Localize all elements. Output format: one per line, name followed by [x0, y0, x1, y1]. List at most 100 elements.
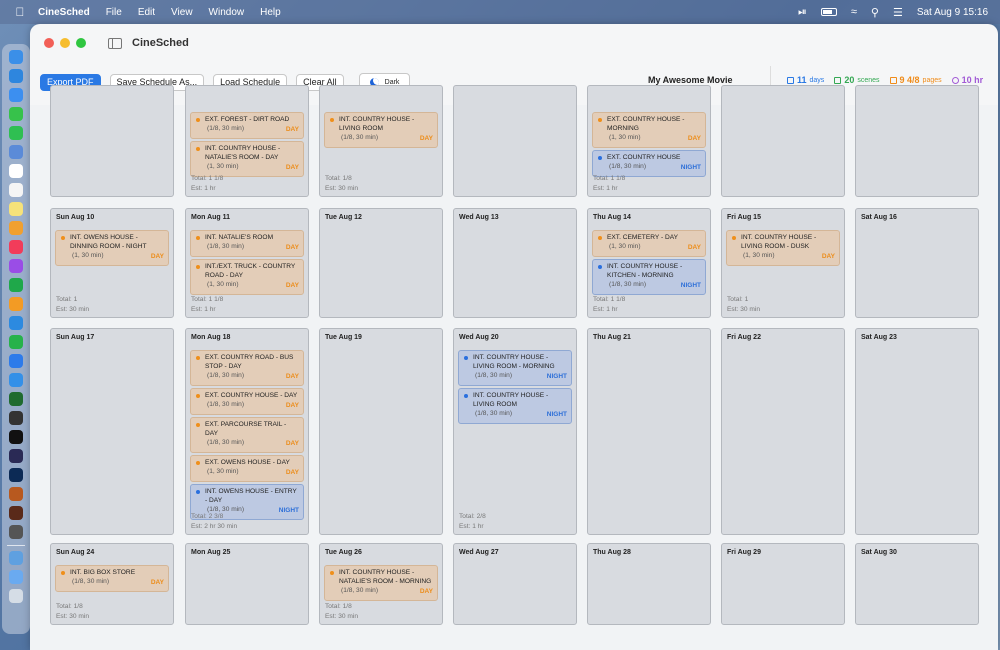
day-cell[interactable]: INT. COUNTRY HOUSE - LIVING ROOM (1/8, 30… [319, 85, 443, 197]
scene-name: INT. COUNTRY HOUSE - KITCHEN - MORNING [607, 263, 683, 279]
scene-card[interactable]: INT. COUNTRY HOUSE - LIVING ROOM (1/8, 30… [324, 112, 438, 148]
podcasts-icon[interactable] [9, 259, 23, 273]
minimize-window-button[interactable] [60, 38, 70, 48]
apple-icon[interactable]:  [12, 5, 28, 19]
menu-window[interactable]: Window [209, 7, 245, 18]
messages-icon[interactable] [9, 107, 23, 121]
scene-card[interactable]: EXT. COUNTRY HOUSE (1/8, 30 min) NIGHT [592, 150, 706, 177]
day-cell[interactable]: Fri Aug 29 [721, 543, 845, 625]
scene-card[interactable]: INT. COUNTRY HOUSE - LIVING ROOM - DUSK(… [726, 230, 840, 266]
scene-card[interactable]: INT. COUNTRY HOUSE - KITCHEN - MORNING (1… [592, 259, 706, 295]
day-total: Total: 1 [56, 296, 78, 303]
mail-icon[interactable] [9, 88, 23, 102]
day-cell[interactable]: Thu Aug 21 [587, 328, 711, 535]
day-cell[interactable]: EXT. FOREST - DIRT ROAD (1/8, 30 min) DAY I… [185, 85, 309, 197]
scene-card[interactable]: INT./EXT. TRUCK - COUNTRY ROAD - DAY (1, … [190, 259, 304, 295]
calendar-icon [787, 76, 794, 84]
reminders-icon[interactable] [9, 183, 23, 197]
menu-view[interactable]: View [171, 7, 193, 18]
appstore-icon[interactable] [9, 145, 23, 159]
menu-app-name[interactable]: CineSched [38, 7, 90, 18]
menu-help[interactable]: Help [260, 7, 281, 18]
scene-dot-icon [196, 118, 200, 122]
scene-card[interactable]: INT. COUNTRY HOUSE - NATALIE'S ROOM - DA… [190, 141, 304, 177]
scene-name: EXT. PARCOURSE TRAIL - DAY [205, 421, 287, 437]
photos-icon[interactable] [9, 221, 23, 235]
day-cell[interactable]: Thu Aug 28 [587, 543, 711, 625]
menu-clock[interactable]: Sat Aug 9 15:16 [917, 7, 988, 18]
github-icon[interactable] [9, 430, 23, 444]
pages-icon[interactable] [9, 297, 23, 311]
day-cell[interactable]: Sat Aug 16 [855, 208, 979, 318]
day-cell[interactable]: Mon Aug 25 [185, 543, 309, 625]
zoom-window-button[interactable] [76, 38, 86, 48]
scene-card[interactable]: INT. COUNTRY HOUSE - LIVING ROOM - MORNI… [458, 350, 572, 386]
facetime-icon[interactable] [9, 126, 23, 140]
scene-card[interactable]: INT. COUNTRY HOUSE - LIVING ROOM (1/8, 30… [458, 388, 572, 424]
day-cell[interactable]: Fri Aug 22 [721, 328, 845, 535]
scene-card[interactable]: INT. NATALIE'S ROOM (1/8, 30 min) DAY [190, 230, 304, 257]
search-icon[interactable]: ⚲ [871, 6, 879, 19]
scene-card[interactable]: EXT. PARCOURSE TRAIL - DAY (1/8, 30 min) D… [190, 417, 304, 453]
close-window-button[interactable] [44, 38, 54, 48]
scene-card[interactable]: INT. BIG BOX STORE (1/8, 30 min) DAY [55, 565, 169, 592]
davinci-icon[interactable] [9, 487, 23, 501]
scene-card[interactable]: EXT. COUNTRY HOUSE - DAY (1/8, 30 min) DAY [190, 388, 304, 415]
terminal-icon[interactable] [9, 411, 23, 425]
day-cell[interactable] [721, 85, 845, 197]
chrome-icon[interactable] [9, 373, 23, 387]
scene-card[interactable]: EXT. FOREST - DIRT ROAD (1/8, 30 min) DAY [190, 112, 304, 139]
sidebar-toggle-icon[interactable] [108, 37, 122, 49]
scene-time-tag: NIGHT [680, 164, 701, 172]
scene-card[interactable]: EXT. COUNTRY ROAD - BUS STOP - DAY (1/8, … [190, 350, 304, 386]
day-cell[interactable]: Thu Aug 14 EXT. CEMETERY - DAY (1, 30 min)… [587, 208, 711, 318]
day-cell[interactable]: Mon Aug 11 INT. NATALIE'S ROOM (1/8, 30 mi… [185, 208, 309, 318]
browser-icon[interactable] [9, 392, 23, 406]
day-cell[interactable]: Tue Aug 12 [319, 208, 443, 318]
wifi-icon[interactable]: ≈ [851, 6, 857, 18]
keynote-icon[interactable] [9, 316, 23, 330]
editor-icon[interactable] [9, 506, 23, 520]
day-cell[interactable]: Wed Aug 13 [453, 208, 577, 318]
day-cell[interactable]: Wed Aug 27 [453, 543, 577, 625]
scene-card[interactable]: EXT. CEMETERY - DAY (1, 30 min) DAY [592, 230, 706, 257]
day-cell[interactable] [50, 85, 174, 197]
play-circle-icon[interactable]: ⏯ [798, 6, 807, 19]
numbers-icon[interactable] [9, 278, 23, 292]
scene-card[interactable]: INT. COUNTRY HOUSE - NATALIE'S ROOM - MO… [324, 565, 438, 601]
day-cell[interactable]: Wed Aug 20 INT. COUNTRY HOUSE - LIVING RO… [453, 328, 577, 535]
music-icon[interactable] [9, 240, 23, 254]
day-cell[interactable]: Sun Aug 24 INT. BIG BOX STORE (1/8, 30 min… [50, 543, 174, 625]
scene-card[interactable]: INT. OWENS HOUSE - DINNING ROOM - NIGHT(… [55, 230, 169, 266]
sheets-icon[interactable] [9, 335, 23, 349]
day-cell[interactable]: Sat Aug 30 [855, 543, 979, 625]
blender-icon[interactable] [9, 449, 23, 463]
day-cell[interactable]: Fri Aug 15 INT. COUNTRY HOUSE - LIVING RO… [721, 208, 845, 318]
day-cell[interactable]: Sun Aug 10 INT. OWENS HOUSE - DINNING ROO… [50, 208, 174, 318]
day-cell[interactable] [453, 85, 577, 197]
day-cell[interactable]: Tue Aug 19 [319, 328, 443, 535]
menu-file[interactable]: File [106, 7, 122, 18]
photoshop-icon[interactable] [9, 468, 23, 482]
radar-icon[interactable] [9, 525, 23, 539]
folder-icon[interactable] [9, 551, 23, 565]
day-cell[interactable]: Mon Aug 18 EXT. COUNTRY ROAD - BUS STOP -… [185, 328, 309, 535]
day-cell[interactable]: EXT. COUNTRY HOUSE - MORNING (1, 30 min) D… [587, 85, 711, 197]
menu-edit[interactable]: Edit [138, 7, 155, 18]
calendar-app-icon[interactable] [9, 164, 23, 178]
books-icon[interactable] [9, 354, 23, 368]
day-cell[interactable]: Sun Aug 17 [50, 328, 174, 535]
day-cell[interactable]: Tue Aug 26 INT. COUNTRY HOUSE - NATALIE'S… [319, 543, 443, 625]
day-cell[interactable] [855, 85, 979, 197]
downloads-icon[interactable] [9, 570, 23, 584]
battery-icon[interactable] [820, 8, 837, 16]
notes-icon[interactable] [9, 202, 23, 216]
scene-card[interactable]: EXT. OWENS HOUSE - DAY (1, 30 min) DAY [190, 455, 304, 482]
scene-card[interactable]: EXT. COUNTRY HOUSE - MORNING (1, 30 min) D… [592, 112, 706, 148]
safari-icon[interactable] [9, 69, 23, 83]
control-center-icon[interactable]: ☰ [893, 6, 903, 19]
scene-dot-icon [196, 394, 200, 398]
trash-icon[interactable] [9, 589, 23, 603]
day-cell[interactable]: Sat Aug 23 [855, 328, 979, 535]
finder-icon[interactable] [9, 50, 23, 64]
